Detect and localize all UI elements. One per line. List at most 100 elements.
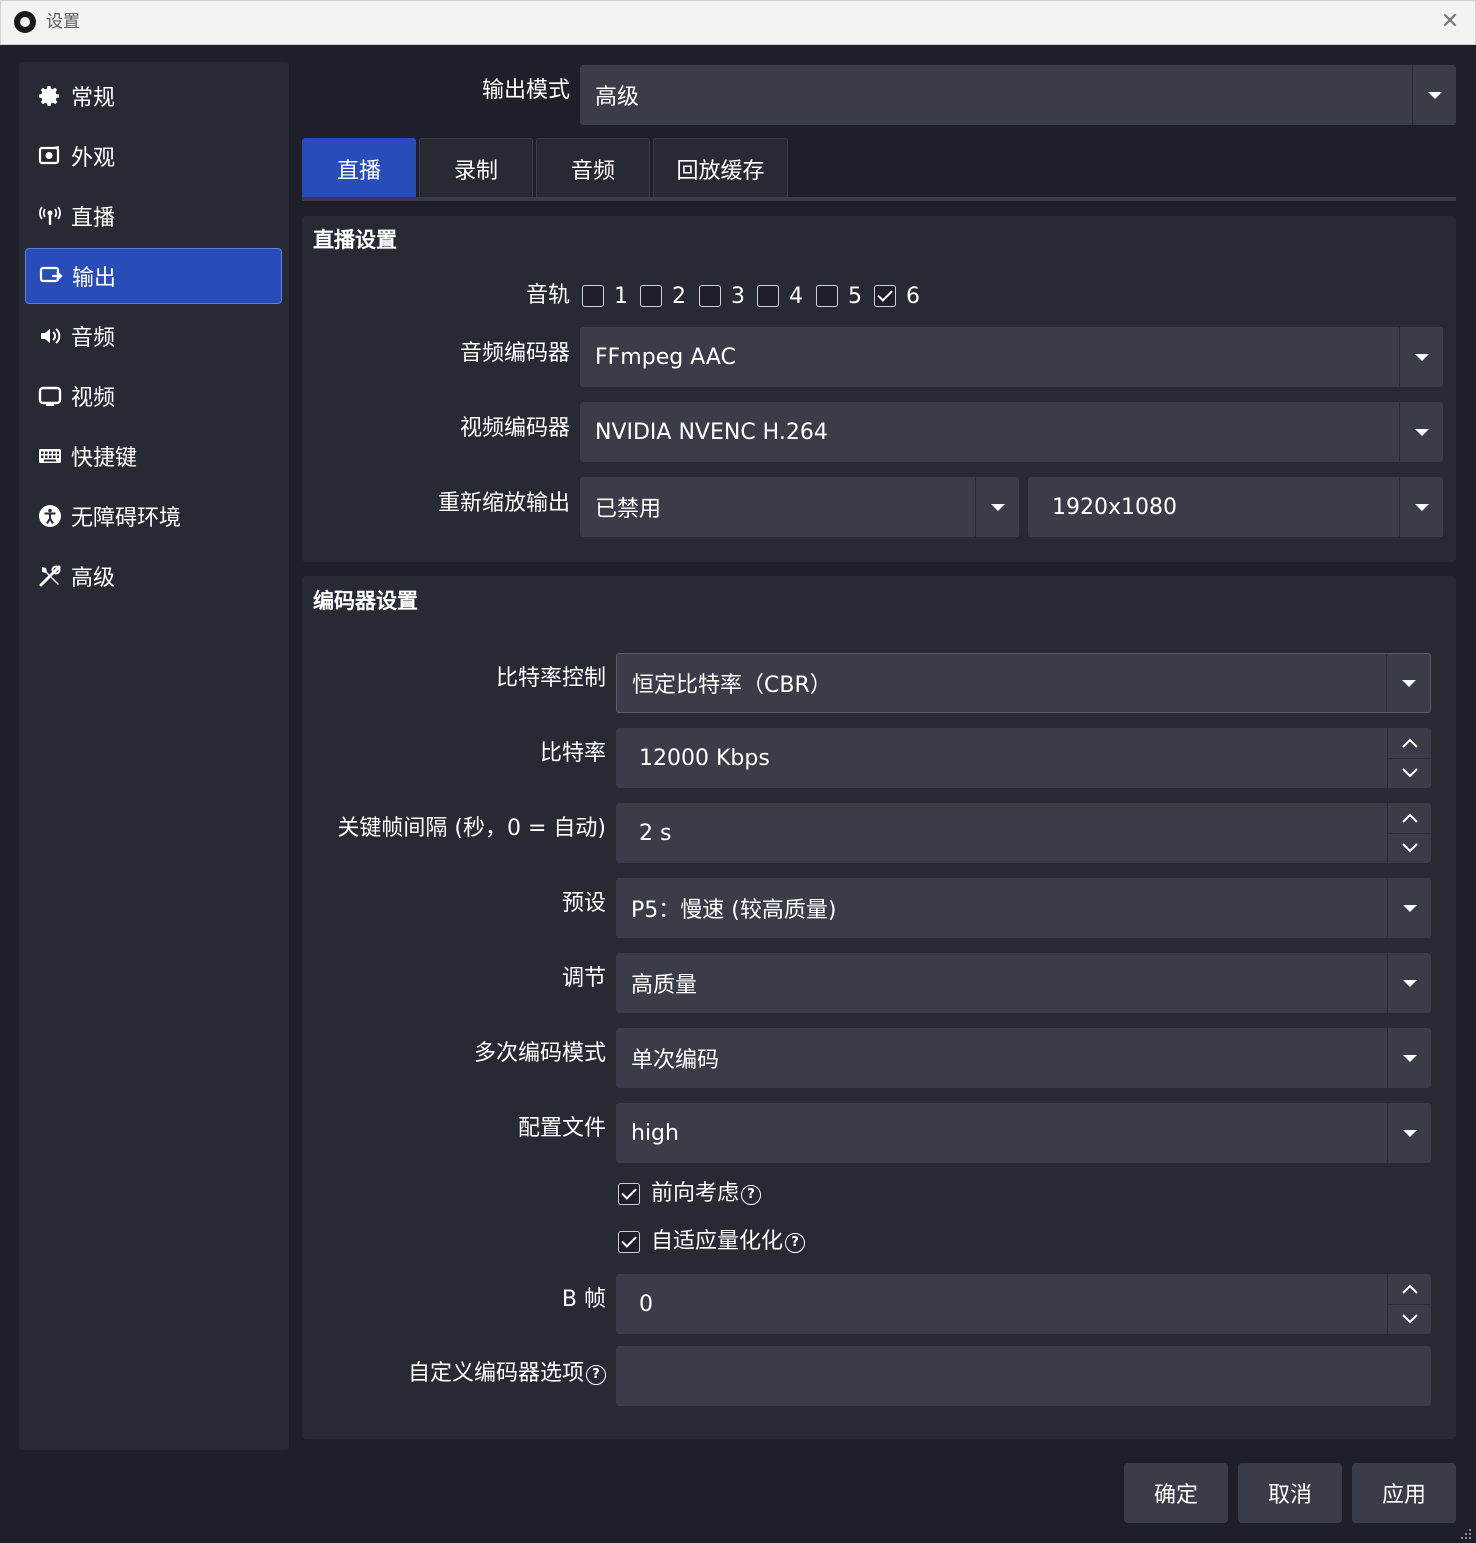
chevron-down-icon <box>1399 477 1443 537</box>
sidebar-item-label: 外观 <box>71 146 116 171</box>
rate-control-value: 恒定比特率（CBR） <box>632 673 832 698</box>
speaker-icon <box>37 323 63 349</box>
group-title: 直播设置 <box>313 228 397 252</box>
sidebar-item-appearance[interactable]: 外观 <box>25 128 282 184</box>
tab-audio[interactable]: 音频 <box>536 138 650 198</box>
audio-encoder-dropdown[interactable]: FFmpeg AAC <box>580 327 1443 387</box>
audio-encoder-value: FFmpeg AAC <box>595 344 736 370</box>
ok-button[interactable]: 确定 <box>1124 1463 1228 1523</box>
tab-label: 录制 <box>453 158 498 184</box>
output-icon <box>38 263 64 289</box>
accessibility-icon <box>37 503 63 529</box>
chevron-up-icon[interactable] <box>1388 728 1431 759</box>
track-5-checkbox[interactable] <box>816 285 838 307</box>
tab-stream[interactable]: 直播 <box>302 138 416 198</box>
track-4-checkbox[interactable] <box>757 285 779 307</box>
antenna-icon <box>37 203 63 229</box>
sidebar-item-label: 高级 <box>71 566 116 591</box>
apply-button[interactable]: 应用 <box>1352 1463 1456 1523</box>
tuning-dropdown[interactable]: 高质量 <box>616 953 1431 1013</box>
chevron-down-icon <box>1399 402 1443 462</box>
sidebar-item-accessibility[interactable]: 无障碍环境 <box>25 488 282 544</box>
custom-encoder-options-label: 自定义编码器选项? <box>306 1358 606 1390</box>
close-icon[interactable]: ✕ <box>1436 8 1464 36</box>
monitor-icon <box>37 383 63 409</box>
profile-label: 配置文件 <box>517 1116 606 1141</box>
help-icon[interactable]: ? <box>785 1233 806 1253</box>
chevron-down-icon <box>1399 327 1443 387</box>
output-mode-value: 高级 <box>595 85 640 110</box>
b-frames-value: 0 <box>639 1291 653 1317</box>
rate-control-dropdown[interactable]: 恒定比特率（CBR） <box>616 653 1431 713</box>
sidebar-item-label: 常规 <box>71 86 116 111</box>
tab-recording[interactable]: 录制 <box>419 138 533 198</box>
multipass-dropdown[interactable]: 单次编码 <box>616 1028 1431 1088</box>
help-icon[interactable]: ? <box>741 1185 762 1205</box>
output-mode-dropdown[interactable]: 高级 <box>580 65 1456 125</box>
tab-divider <box>302 197 1456 201</box>
adaptive-quantization-label: 自适应量化化? <box>651 1226 806 1258</box>
sidebar-item-output[interactable]: 输出 <box>25 248 282 304</box>
multipass-label: 多次编码模式 <box>473 1041 606 1066</box>
window-title: 设置 <box>46 12 80 32</box>
sidebar-item-video[interactable]: 视频 <box>25 368 282 424</box>
chevron-down-icon <box>1412 65 1456 125</box>
preset-dropdown[interactable]: P5：慢速 (较高质量) <box>616 878 1431 938</box>
audio-encoder-label: 音频编码器 <box>459 341 570 366</box>
track-label: 5 <box>848 284 862 309</box>
cancel-button[interactable]: 取消 <box>1238 1463 1342 1523</box>
chevron-down-icon <box>1387 953 1431 1013</box>
track-label: 2 <box>672 284 686 309</box>
sidebar-item-audio[interactable]: 音频 <box>25 308 282 364</box>
chevron-up-icon[interactable] <box>1388 1274 1431 1305</box>
chevron-down-icon <box>1387 1103 1431 1163</box>
track-label: 6 <box>906 284 920 309</box>
rescale-mode-value: 已禁用 <box>595 497 662 522</box>
rescale-output-label: 重新缩放输出 <box>437 491 570 516</box>
resize-grip-icon[interactable] <box>1460 1528 1472 1540</box>
tab-label: 音频 <box>570 158 615 184</box>
chevron-down-icon[interactable] <box>1388 759 1431 789</box>
tab-label: 回放缓存 <box>676 158 765 184</box>
keyframe-interval-label: 关键帧间隔 (秒，0 = 自动) <box>337 816 606 841</box>
chevron-down-icon[interactable] <box>1388 1305 1431 1335</box>
track-1-checkbox[interactable] <box>582 285 604 307</box>
chevron-down-icon <box>975 477 1019 537</box>
video-encoder-label: 视频编码器 <box>459 416 570 441</box>
custom-encoder-options-input[interactable] <box>616 1346 1431 1406</box>
chevron-down-icon[interactable] <box>1388 834 1431 864</box>
b-frames-label: B 帧 <box>561 1287 606 1312</box>
keyframe-interval-value: 2 s <box>639 820 672 846</box>
rescale-mode-dropdown[interactable]: 已禁用 <box>580 477 1019 537</box>
track-6-checkbox[interactable] <box>874 285 896 307</box>
tab-replay-buffer[interactable]: 回放缓存 <box>653 138 788 198</box>
sidebar-item-label: 直播 <box>71 206 116 231</box>
sidebar-item-general[interactable]: 常规 <box>25 68 282 124</box>
profile-value: high <box>631 1120 679 1146</box>
help-icon[interactable]: ? <box>586 1365 606 1385</box>
track-2-checkbox[interactable] <box>640 285 662 307</box>
output-mode-label: 输出模式 <box>481 78 570 103</box>
track-3-checkbox[interactable] <box>699 285 721 307</box>
keyframe-interval-spinbox[interactable]: 2 s <box>616 803 1431 863</box>
profile-dropdown[interactable]: high <box>616 1103 1431 1163</box>
b-frames-spinbox[interactable]: 0 <box>616 1274 1431 1334</box>
sidebar-item-hotkeys[interactable]: 快捷键 <box>25 428 282 484</box>
rescale-resolution-dropdown[interactable]: 1920x1080 <box>1028 477 1443 537</box>
track-label: 1 <box>614 284 628 309</box>
track-label: 3 <box>731 284 745 309</box>
lookahead-checkbox[interactable] <box>618 1183 640 1205</box>
bitrate-spinbox[interactable]: 12000 Kbps <box>616 728 1431 788</box>
sidebar-item-stream[interactable]: 直播 <box>25 188 282 244</box>
tab-label: 直播 <box>336 158 381 184</box>
video-encoder-dropdown[interactable]: NVIDIA NVENC H.264 <box>580 402 1443 462</box>
tuning-value: 高质量 <box>631 973 698 998</box>
appearance-icon <box>37 143 63 169</box>
adaptive-quantization-checkbox[interactable] <box>618 1231 640 1253</box>
tools-icon <box>37 563 63 589</box>
sidebar-item-advanced[interactable]: 高级 <box>25 548 282 604</box>
chevron-up-icon[interactable] <box>1388 803 1431 834</box>
tuning-label: 调节 <box>561 966 606 991</box>
gear-icon <box>37 83 63 109</box>
bitrate-value: 12000 Kbps <box>639 745 770 771</box>
